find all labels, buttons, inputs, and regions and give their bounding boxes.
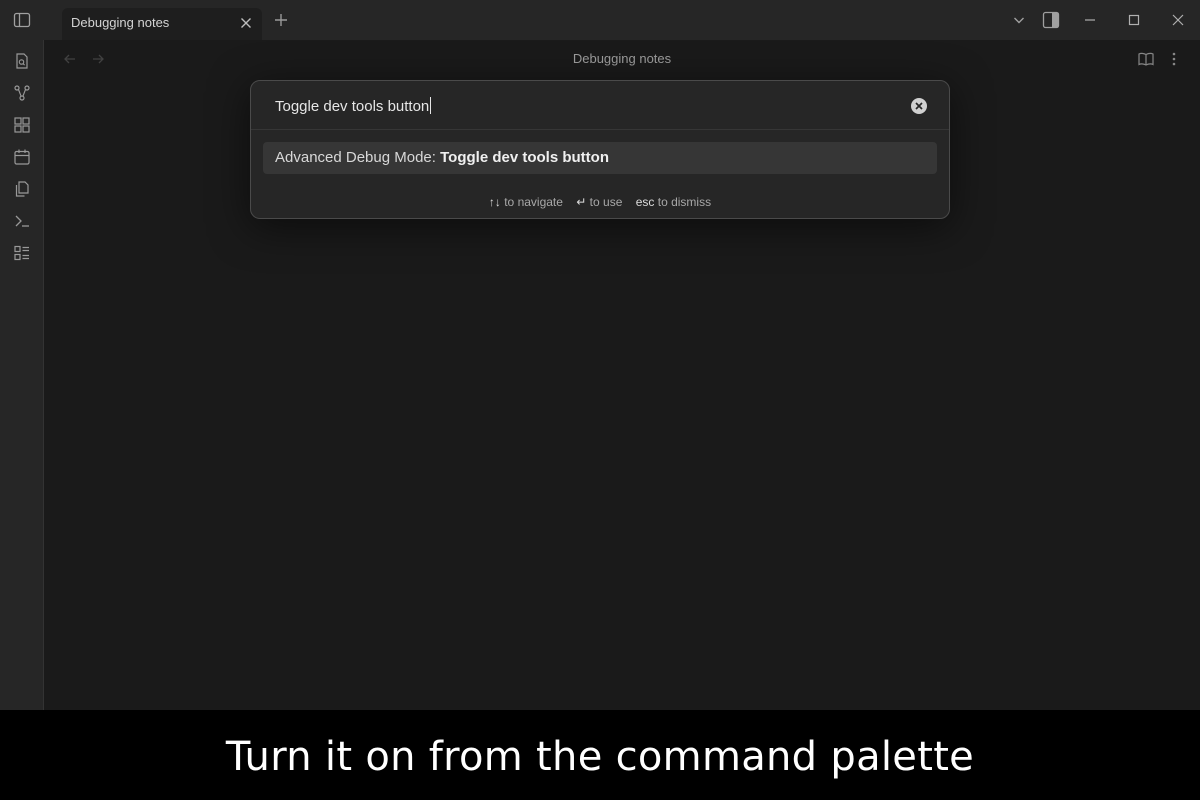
text-caret bbox=[430, 97, 432, 114]
split-panel-icon[interactable] bbox=[1040, 9, 1062, 31]
graph-view-icon[interactable] bbox=[12, 83, 32, 103]
palette-divider bbox=[251, 129, 949, 130]
hint-navigate: ↑↓ to navigate bbox=[489, 195, 563, 209]
daily-note-icon[interactable] bbox=[12, 147, 32, 167]
hint-text: to navigate bbox=[500, 195, 563, 209]
command-suggestion-item[interactable]: Advanced Debug Mode: Toggle dev tools bu… bbox=[263, 142, 937, 174]
bases-icon[interactable] bbox=[12, 243, 32, 263]
templates-icon[interactable] bbox=[12, 179, 32, 199]
close-window-icon[interactable] bbox=[1167, 9, 1189, 31]
open-quick-switcher-icon[interactable] bbox=[12, 51, 32, 71]
command-palette: Toggle dev tools button Advanced Debug M… bbox=[250, 80, 950, 219]
caption-band: Turn it on from the command palette bbox=[0, 710, 1200, 800]
command-search-input[interactable]: Toggle dev tools button bbox=[275, 97, 875, 117]
caption-text: Turn it on from the command palette bbox=[225, 734, 975, 780]
tab-debugging-notes[interactable]: Debugging notes bbox=[62, 8, 262, 40]
palette-instructions: ↑↓ to navigate ↵ to use esc to dismiss bbox=[251, 195, 949, 209]
hint-key: ↵ bbox=[576, 195, 587, 209]
hint-key: ↑↓ bbox=[488, 195, 501, 209]
left-ribbon bbox=[0, 40, 44, 710]
hint-text: to dismiss bbox=[654, 195, 712, 209]
hint-key: esc bbox=[635, 195, 655, 209]
canvas-icon[interactable] bbox=[12, 115, 32, 135]
command-search-text: Toggle dev tools button bbox=[275, 98, 430, 115]
close-tab-icon[interactable] bbox=[238, 15, 254, 31]
hint-dismiss: esc to dismiss bbox=[636, 195, 711, 209]
title-bar: Debugging notes bbox=[0, 0, 1200, 40]
hint-text: to use bbox=[586, 195, 623, 209]
suggestion-plugin-prefix: Advanced Debug Mode: bbox=[275, 149, 441, 166]
clear-search-icon[interactable] bbox=[910, 97, 928, 115]
command-palette-icon[interactable] bbox=[12, 211, 32, 231]
tab-title: Debugging notes bbox=[71, 15, 170, 30]
suggestion-command-match: Toggle dev tools button bbox=[440, 149, 609, 166]
new-tab-icon[interactable] bbox=[271, 10, 291, 30]
chevron-down-icon[interactable] bbox=[1008, 9, 1030, 31]
suggestion-text: Advanced Debug Mode: Toggle dev tools bu… bbox=[275, 149, 609, 166]
hint-use: ↵ to use bbox=[576, 195, 622, 209]
minimize-icon[interactable] bbox=[1079, 9, 1101, 31]
sidebar-toggle-icon[interactable] bbox=[11, 9, 33, 31]
maximize-icon[interactable] bbox=[1123, 9, 1145, 31]
